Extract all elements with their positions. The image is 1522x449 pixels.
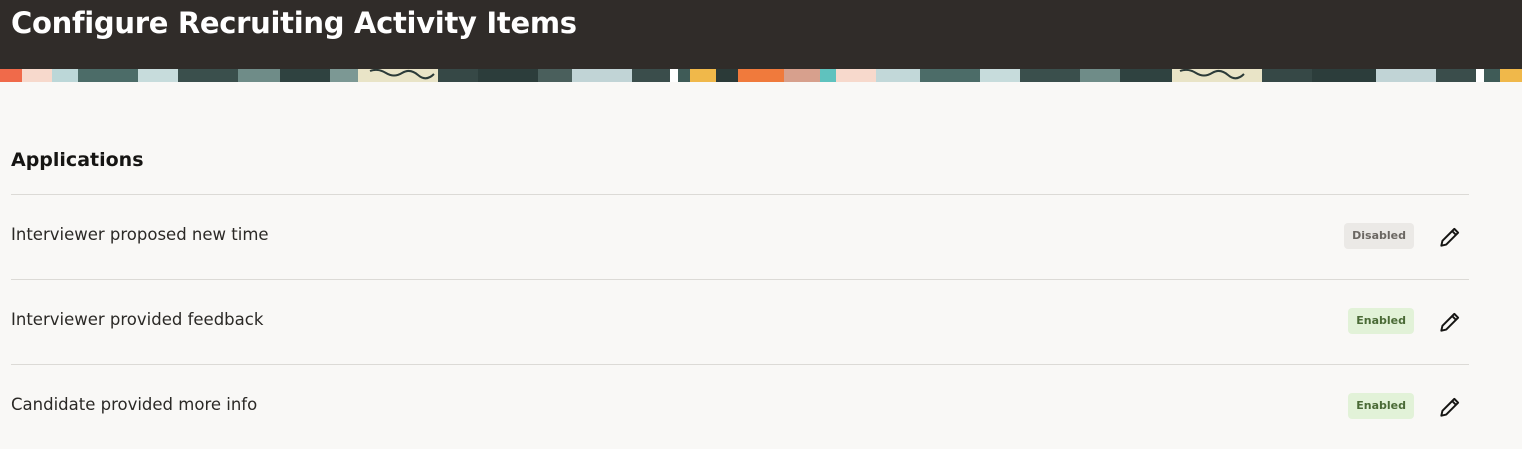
item-label: Interviewer provided feedback [11,310,264,329]
pencil-icon [1440,227,1460,247]
item-label: Interviewer proposed new time [11,225,269,244]
section-heading: Applications [11,149,144,171]
status-badge: Enabled [1348,393,1414,419]
status-badge: Enabled [1348,308,1414,334]
activity-items-list: Interviewer proposed new time Disabled I… [11,194,1469,449]
item-label: Candidate provided more info [11,395,258,414]
edit-button[interactable] [1437,394,1463,420]
edit-button[interactable] [1437,309,1463,335]
page-title: Configure Recruiting Activity Items [11,6,577,40]
list-item: Interviewer provided feedback Enabled [11,279,1469,364]
main-content: Applications Interviewer proposed new ti… [0,82,1522,437]
pencil-icon [1440,312,1460,332]
edit-button[interactable] [1437,224,1463,250]
list-item: Interviewer proposed new time Disabled [11,194,1469,279]
decorative-banner [0,69,1522,82]
status-badge: Disabled [1344,223,1414,249]
page-header: Configure Recruiting Activity Items [0,0,1522,69]
pencil-icon [1440,397,1460,417]
list-item: Candidate provided more info Enabled [11,364,1469,449]
